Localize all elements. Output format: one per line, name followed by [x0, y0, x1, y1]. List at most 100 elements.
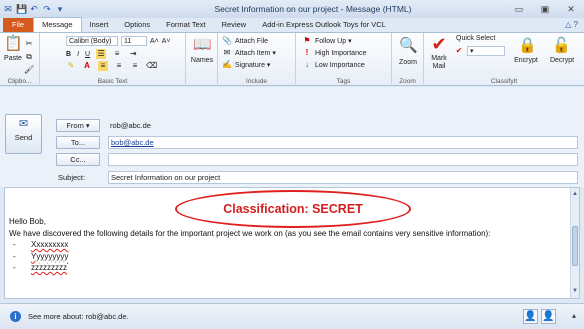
save-icon[interactable]: 💾	[16, 4, 27, 14]
maximize-button[interactable]: ▣	[532, 4, 558, 15]
to-recipient[interactable]: bob@abc.de	[111, 138, 154, 147]
tab-message[interactable]: Message	[33, 17, 82, 32]
to-button[interactable]: To...	[56, 136, 100, 149]
send-icon: ✉	[18, 118, 29, 130]
grow-font-button[interactable]: A˄	[150, 38, 159, 45]
group-include: 📎 Attach File ✉ Attach Item ▾ ✍ Signatur…	[218, 33, 296, 86]
bullets-icon[interactable]: ☰	[96, 49, 107, 59]
people-pane-bar: i See more about: rob@abc.de. 👤 👤 ▴	[0, 303, 584, 329]
checkmark-icon[interactable]: ✔	[430, 35, 448, 53]
group-label-zoom: Zoom	[399, 78, 416, 85]
group-label-clipboard: Clipbo...	[7, 78, 32, 85]
group-label-include: Include	[246, 78, 267, 85]
copy-icon[interactable]: ⧉	[24, 52, 34, 62]
cc-field[interactable]	[108, 153, 578, 166]
redo-icon[interactable]: ↷	[42, 4, 52, 14]
scroll-up-icon[interactable]: ▲	[571, 190, 579, 199]
underline-button[interactable]: U	[85, 51, 90, 58]
help-icon[interactable]: △ ?	[565, 18, 584, 32]
window-title: Secret Information on our project - Mess…	[214, 4, 412, 14]
address-book-icon[interactable]: 📖	[193, 36, 212, 54]
quick-access-toolbar: ✉ 💾 ↶ ↷ ▾	[0, 4, 160, 14]
encrypt-icon[interactable]: 🔒	[518, 37, 537, 55]
tab-options[interactable]: Options	[116, 18, 158, 32]
font-family-select[interactable]: Calibri (Body)	[66, 36, 118, 46]
list-item: Xxxxxxxxx	[9, 239, 565, 251]
decrypt-icon[interactable]: 🔓	[552, 37, 571, 55]
align-center-icon[interactable]: ≡	[114, 61, 124, 71]
group-zoom: 🔍 Zoom Zoom	[392, 33, 424, 86]
close-button[interactable]: ✕	[558, 4, 584, 15]
quick-select-dropdown[interactable]: ▾	[467, 46, 505, 56]
names-button[interactable]: Names	[188, 57, 216, 64]
to-field[interactable]: bob@abc.de	[108, 136, 578, 149]
clear-formatting-icon[interactable]: ⌫	[146, 61, 157, 71]
subject-label: Subject:	[58, 173, 86, 182]
decrypt-button[interactable]: Decrypt	[544, 57, 580, 64]
info-icon: i	[10, 311, 21, 322]
expand-people-pane-icon[interactable]: ▴	[572, 311, 576, 320]
zoom-button[interactable]: Zoom	[394, 59, 422, 66]
attach-file-button[interactable]: Attach File	[235, 38, 268, 45]
align-left-icon[interactable]: ≡	[98, 61, 108, 71]
minimize-button[interactable]: ▭	[506, 4, 532, 15]
avatar[interactable]: 👤	[541, 309, 556, 324]
paste-button[interactable]: Paste	[2, 55, 24, 62]
tab-addin[interactable]: Add-in Express Outlook Toys for VCL	[254, 18, 394, 32]
quick-select-label: Quick Select	[456, 35, 496, 42]
tab-insert[interactable]: Insert	[82, 18, 117, 32]
magnifier-icon[interactable]: 🔍	[399, 37, 418, 55]
group-clipboard: 📋 Paste ✂ ⧉ 🖌 Clipbo...	[0, 33, 40, 86]
scroll-down-icon[interactable]: ▼	[571, 287, 579, 296]
highlight-icon[interactable]: ✎	[66, 61, 76, 71]
cut-icon[interactable]: ✂	[24, 39, 34, 49]
align-right-icon[interactable]: ≡	[130, 61, 140, 71]
send-button[interactable]: ✉ Send	[5, 114, 42, 154]
ribbon: 📋 Paste ✂ ⧉ 🖌 Clipbo... Calibri (Body) 1…	[0, 32, 584, 86]
body-text: Hello Bob, We have discovered the follow…	[9, 216, 565, 274]
signature-icon: ✍	[222, 60, 232, 69]
high-importance-button[interactable]: High Importance	[315, 50, 366, 57]
group-label-basic-text: Basic Text	[97, 78, 128, 85]
indent-icon[interactable]: ⇥	[128, 49, 138, 59]
font-color-icon[interactable]: A	[82, 61, 92, 71]
attach-item-button[interactable]: Attach Item ▾	[235, 49, 276, 57]
see-more-text[interactable]: See more about: rob@abc.de.	[28, 312, 129, 321]
undo-icon[interactable]: ↶	[29, 4, 39, 14]
from-button[interactable]: From ▾	[56, 119, 100, 132]
tab-file[interactable]: File	[3, 18, 34, 32]
attach-item-icon: ✉	[223, 48, 231, 57]
greeting: Hello Bob,	[9, 217, 46, 226]
from-value: rob@abc.de	[110, 121, 151, 130]
scroll-thumb[interactable]	[572, 226, 578, 266]
follow-up-button[interactable]: Follow Up ▾	[315, 37, 352, 45]
paperclip-icon: 📎	[222, 36, 232, 45]
list-item: zzzzzzzzz	[9, 262, 565, 274]
italic-button[interactable]: I	[77, 51, 79, 58]
outlook-app-icon[interactable]: ✉	[3, 4, 13, 14]
message-body[interactable]: Classification: SECRET Hello Bob, We hav…	[4, 187, 580, 299]
encrypt-button[interactable]: Encrypt	[508, 57, 544, 64]
avatar[interactable]: 👤	[523, 309, 538, 324]
mark-mail-button[interactable]: Mark Mail	[426, 55, 452, 71]
shrink-font-button[interactable]: A˅	[162, 38, 171, 45]
body-paragraph: We have discovered the following details…	[9, 228, 491, 238]
low-importance-button[interactable]: Low Importance	[315, 62, 365, 69]
tab-format-text[interactable]: Format Text	[158, 18, 213, 32]
font-size-select[interactable]: 11	[121, 36, 147, 46]
low-importance-icon: ↓	[305, 60, 309, 69]
subject-field[interactable]: Secret Information on our project	[108, 171, 578, 184]
paste-icon[interactable]: 📋	[4, 35, 23, 53]
signature-button[interactable]: Signature ▾	[235, 61, 270, 69]
classification-text: Classification: SECRET	[223, 202, 363, 216]
cc-button[interactable]: Cc...	[56, 153, 100, 166]
bold-button[interactable]: B	[66, 51, 71, 58]
tab-review[interactable]: Review	[214, 18, 255, 32]
title-bar: ✉ 💾 ↶ ↷ ▾ Secret Information on our proj…	[0, 0, 584, 18]
group-names: 📖 Names	[186, 33, 218, 86]
list-item: Yyyyyyyyy	[9, 251, 565, 263]
format-painter-icon[interactable]: 🖌	[24, 65, 34, 75]
body-scrollbar[interactable]: ▲ ▼	[570, 188, 579, 298]
customize-qat-icon[interactable]: ▾	[55, 4, 65, 14]
numbering-icon[interactable]: ≡	[112, 49, 122, 59]
